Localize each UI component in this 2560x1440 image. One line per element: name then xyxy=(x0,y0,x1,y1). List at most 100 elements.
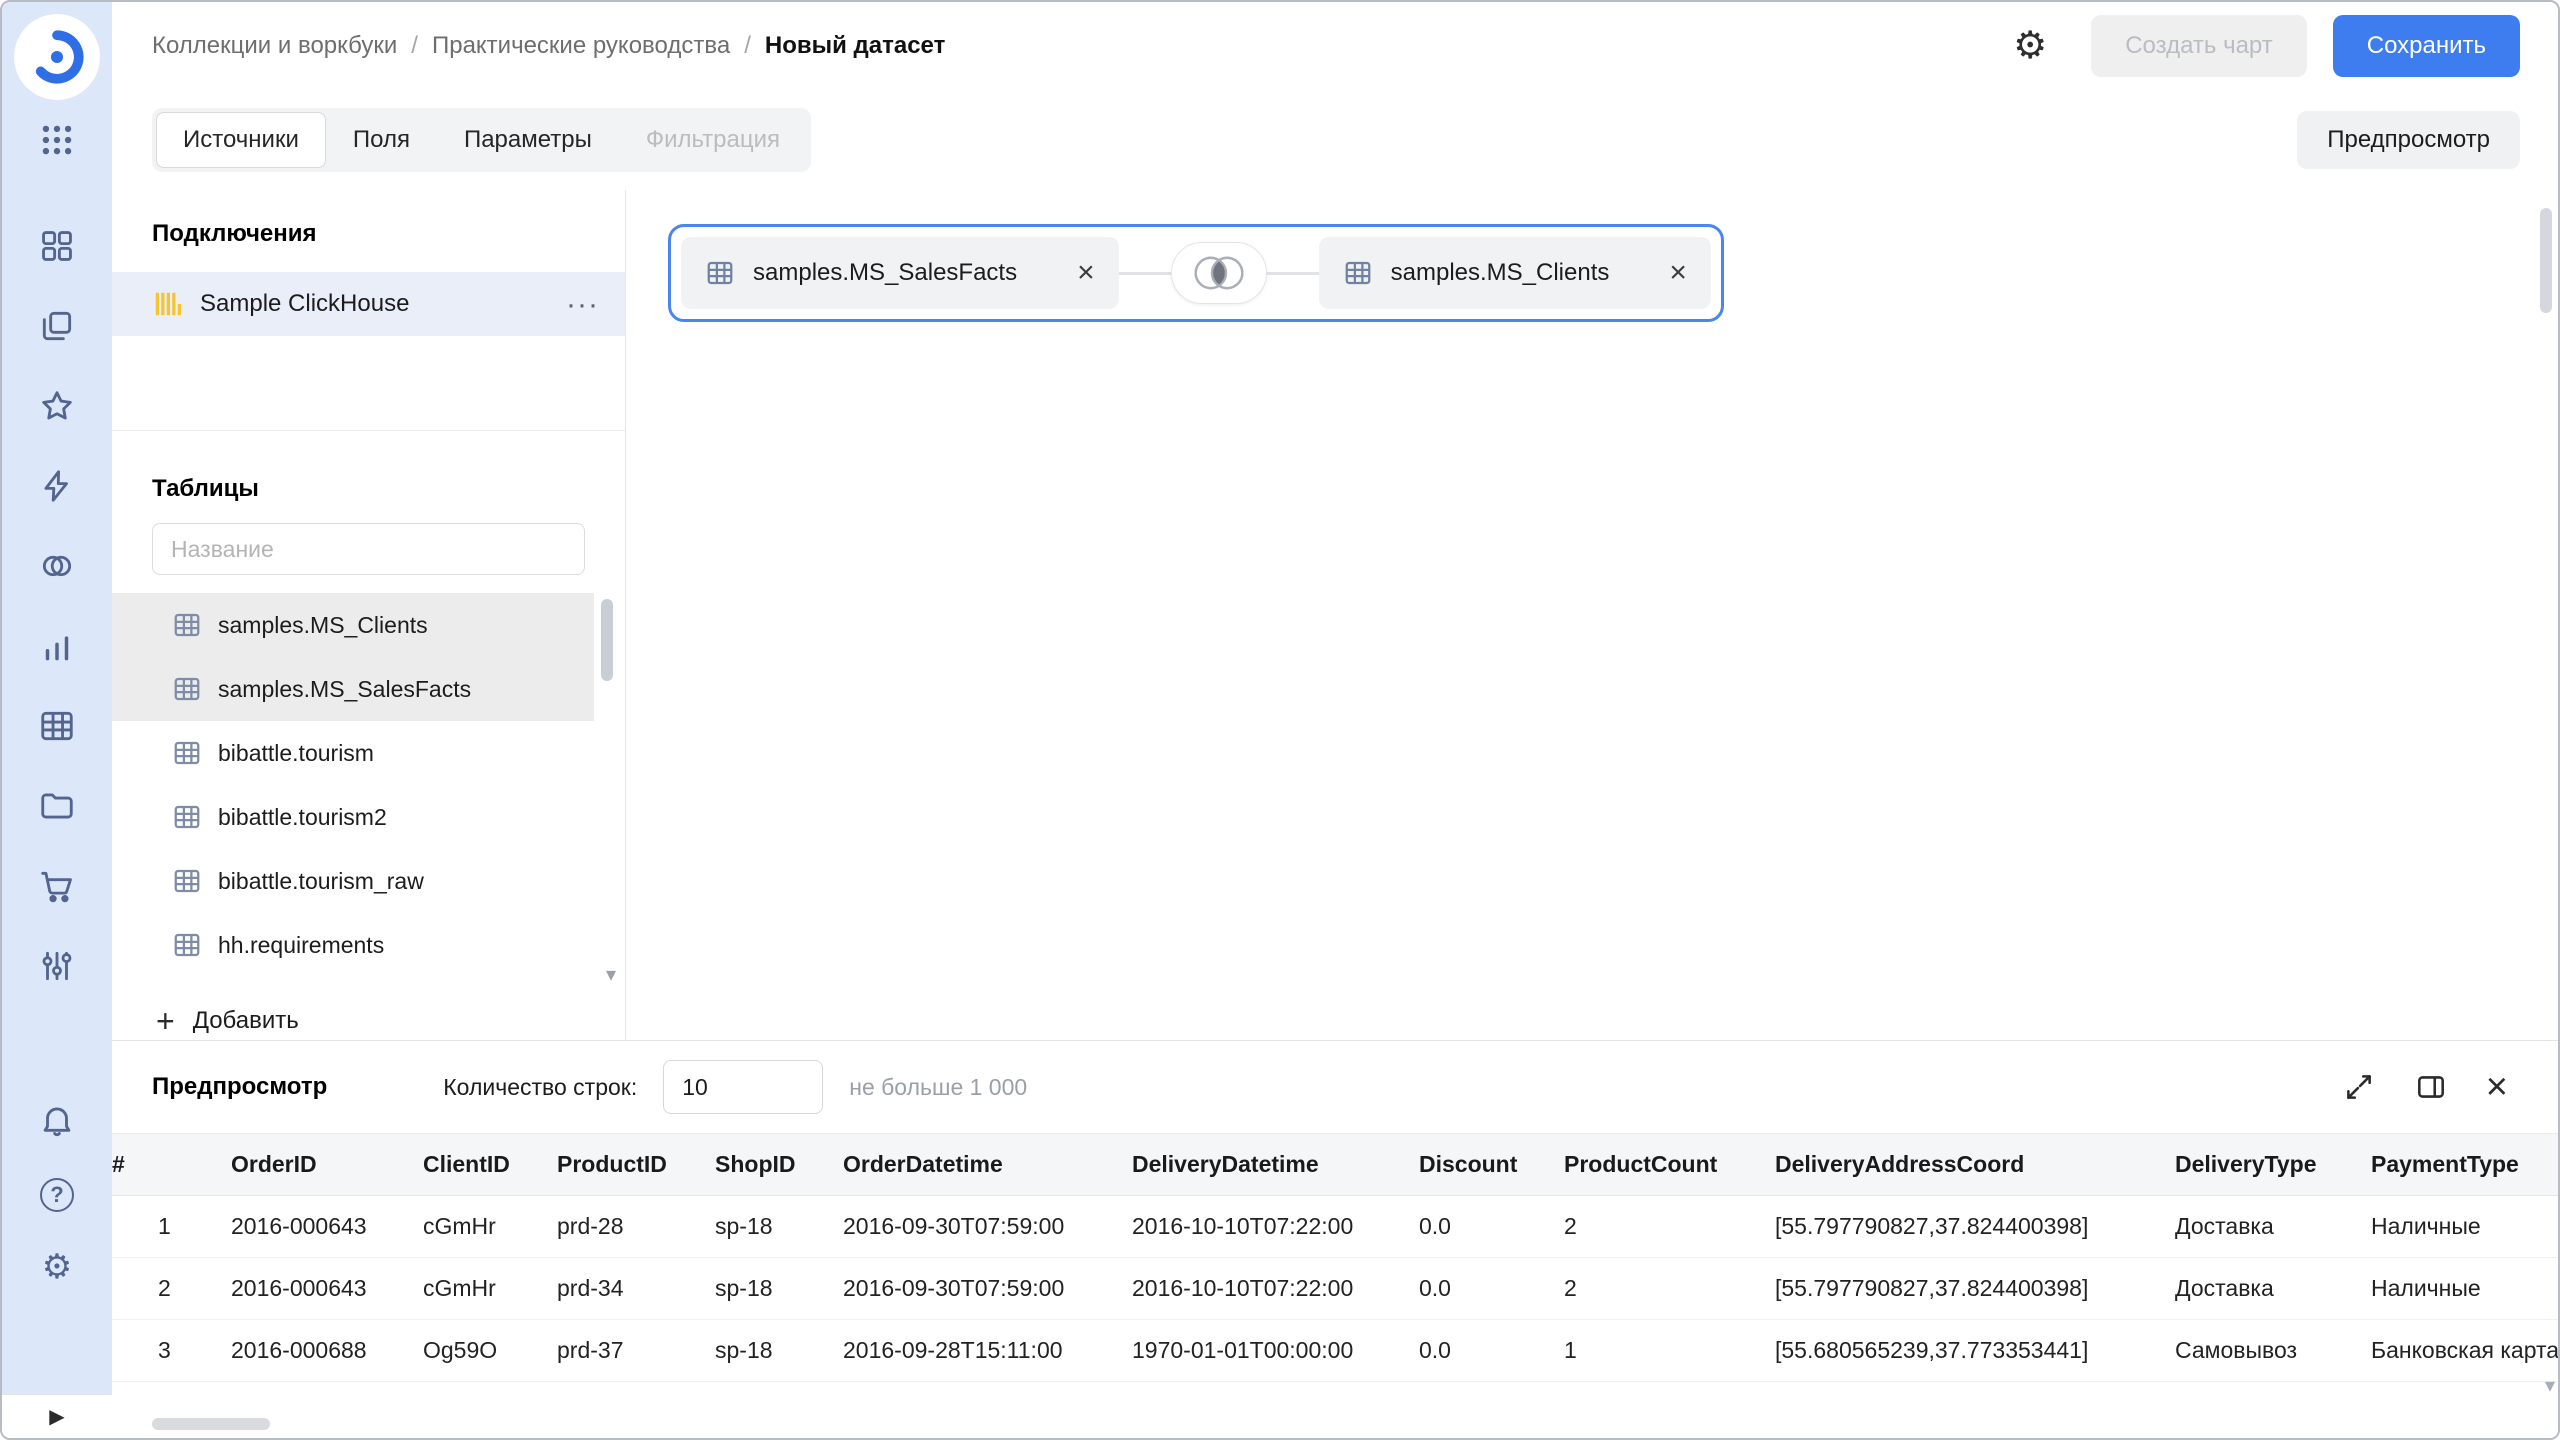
row-count-label: Количество строк: xyxy=(443,1074,637,1101)
table-cell: Og59O xyxy=(423,1320,557,1382)
table-search-input[interactable] xyxy=(152,523,585,575)
table-cell: 3 xyxy=(112,1320,231,1382)
table-list-item[interactable]: bibattle.tourism_raw xyxy=(112,849,594,913)
table-cell: 2016-10-10T07:22:00 xyxy=(1132,1196,1419,1258)
table-name: bibattle.tourism xyxy=(218,740,374,767)
vertical-scrollbar-thumb[interactable] xyxy=(2540,208,2552,313)
table-grid-icon xyxy=(172,738,202,768)
table-list-item[interactable]: hh.requirements xyxy=(112,913,594,977)
table-cell: 1970-01-01T00:00:00 xyxy=(1132,1320,1419,1382)
sources-panel: Подключения Sample ClickHouse ··· xyxy=(112,190,626,1040)
table-cell: sp-18 xyxy=(715,1196,843,1258)
list-caret-down-icon[interactable]: ▾ xyxy=(606,965,616,985)
join-connector xyxy=(1119,272,1319,275)
table-grid-icon xyxy=(172,866,202,896)
topbar: Коллекции и воркбуки / Практические руко… xyxy=(112,2,2558,90)
workbooks-icon[interactable] xyxy=(37,226,77,266)
table-list-item[interactable]: samples.MS_Clients xyxy=(112,593,594,657)
apps-grid-icon[interactable] xyxy=(37,120,77,160)
table-cell: Наличные xyxy=(2371,1258,2558,1320)
tables-icon[interactable] xyxy=(37,706,77,746)
add-table-button[interactable]: + Добавить xyxy=(156,1005,625,1037)
connection-item[interactable]: Sample ClickHouse ··· xyxy=(112,272,625,336)
connections-bolt-icon[interactable] xyxy=(37,466,77,506)
preview-panel: Предпросмотр Количество строк: не больше… xyxy=(112,1040,2558,1438)
charts-icon[interactable] xyxy=(37,626,77,666)
row-count-hint: не больше 1 000 xyxy=(849,1074,1027,1101)
rail-gear-icon[interactable]: ⚙ xyxy=(42,1250,72,1284)
table-header-cell: OrderDatetime xyxy=(843,1134,1132,1196)
rail-nav xyxy=(37,226,77,986)
remove-source-icon[interactable]: × xyxy=(1077,258,1095,288)
table-cell: sp-18 xyxy=(715,1320,843,1382)
table-cell: Банковская карта xyxy=(2371,1320,2558,1382)
table-cell: 2016-09-30T07:59:00 xyxy=(843,1196,1132,1258)
table-row: 32016-000688Og59Oprd-37sp-182016-09-28T1… xyxy=(112,1320,2558,1382)
help-question-icon[interactable]: ? xyxy=(40,1178,74,1212)
vertical-scrollbar xyxy=(2540,208,2552,1378)
table-cell: 0.0 xyxy=(1419,1320,1564,1382)
preview-title: Предпросмотр xyxy=(152,1073,327,1101)
join-canvas: samples.MS_SalesFacts × xyxy=(626,190,2558,1040)
table-header-cell: PaymentType xyxy=(2371,1134,2558,1196)
layers-icon[interactable] xyxy=(37,306,77,346)
row-count-input[interactable] xyxy=(663,1060,823,1114)
preview-toggle-button[interactable]: Предпросмотр xyxy=(2297,111,2520,169)
join-type-button[interactable] xyxy=(1171,242,1267,304)
table-name: samples.MS_Clients xyxy=(218,612,428,639)
favorites-star-icon[interactable] xyxy=(37,386,77,426)
app-root: ? ⚙ ▶ Коллекции и воркбуки / Практически… xyxy=(0,0,2560,1440)
breadcrumb-item[interactable]: Коллекции и воркбуки xyxy=(152,32,397,60)
table-cell: 2016-000688 xyxy=(231,1320,423,1382)
main-area: Коллекции и воркбуки / Практические руко… xyxy=(112,2,2558,1438)
storage-folder-icon[interactable] xyxy=(37,786,77,826)
datasets-venn-icon[interactable] xyxy=(37,546,77,586)
topbar-actions: ⚙ Создать чарт Сохранить xyxy=(2013,15,2520,77)
list-scrollbar-thumb[interactable] xyxy=(601,599,613,681)
table-list-item[interactable]: bibattle.tourism xyxy=(112,721,594,785)
table-header-cell: DeliveryDatetime xyxy=(1132,1134,1419,1196)
table-list: ▾ samples.MS_Clients xyxy=(112,593,625,977)
left-rail: ? ⚙ ▶ xyxy=(2,2,112,1438)
horizontal-scrollbar-thumb[interactable] xyxy=(152,1418,270,1430)
scroll-caret-down-icon[interactable]: ▾ xyxy=(2545,1376,2555,1396)
connection-name: Sample ClickHouse xyxy=(200,290,548,318)
rail-collapse-button[interactable]: ▶ xyxy=(2,1394,112,1438)
settings-gear-icon[interactable]: ⚙ xyxy=(2013,27,2047,65)
table-cell: prd-37 xyxy=(557,1320,715,1382)
table-header-cell: OrderID xyxy=(231,1134,423,1196)
table-list-item[interactable]: samples.MS_SalesFacts xyxy=(112,657,594,721)
table-row: 22016-000643cGmHrprd-34sp-182016-09-30T0… xyxy=(112,1258,2558,1320)
table-name: samples.MS_SalesFacts xyxy=(218,676,471,703)
table-header-cell: Discount xyxy=(1419,1134,1564,1196)
table-row: 12016-000643cGmHrprd-28sp-182016-09-30T0… xyxy=(112,1196,2558,1258)
table-grid-icon xyxy=(172,930,202,960)
table-header-cell: ProductID xyxy=(557,1134,715,1196)
breadcrumb-item[interactable]: Практические руководства xyxy=(432,32,730,60)
preview-header: Предпросмотр Количество строк: не больше… xyxy=(112,1041,2558,1133)
close-preview-icon[interactable]: × xyxy=(2486,1068,2508,1106)
tab-sources[interactable]: Источники xyxy=(156,112,326,168)
breadcrumb-item-current: Новый датасет xyxy=(765,32,945,60)
notifications-bell-icon[interactable] xyxy=(37,1100,77,1140)
side-panel-icon[interactable] xyxy=(2414,1070,2448,1104)
datalens-logo[interactable] xyxy=(14,14,100,100)
marketplace-cart-icon[interactable] xyxy=(37,866,77,906)
table-list-item[interactable]: bibattle.tourism2 xyxy=(112,785,594,849)
expand-icon[interactable] xyxy=(2342,1070,2376,1104)
save-button[interactable]: Сохранить xyxy=(2333,15,2520,77)
settings-sliders-icon[interactable] xyxy=(37,946,77,986)
table-cell: 2016-09-28T15:11:00 xyxy=(843,1320,1132,1382)
clickhouse-icon xyxy=(152,289,182,319)
remove-source-icon[interactable]: × xyxy=(1669,258,1687,288)
connection-menu-ellipsis-icon[interactable]: ··· xyxy=(566,297,599,312)
source-chip[interactable]: samples.MS_SalesFacts × xyxy=(681,237,1119,309)
source-chip[interactable]: samples.MS_Clients × xyxy=(1319,237,1711,309)
tab-parameters[interactable]: Параметры xyxy=(437,112,619,168)
table-header-cell: ClientID xyxy=(423,1134,557,1196)
table-name: bibattle.tourism2 xyxy=(218,804,387,831)
tab-fields[interactable]: Поля xyxy=(326,112,437,168)
rail-bottom: ? ⚙ xyxy=(37,1100,77,1284)
table-search xyxy=(152,523,585,575)
datalens-logo-icon xyxy=(28,28,86,86)
